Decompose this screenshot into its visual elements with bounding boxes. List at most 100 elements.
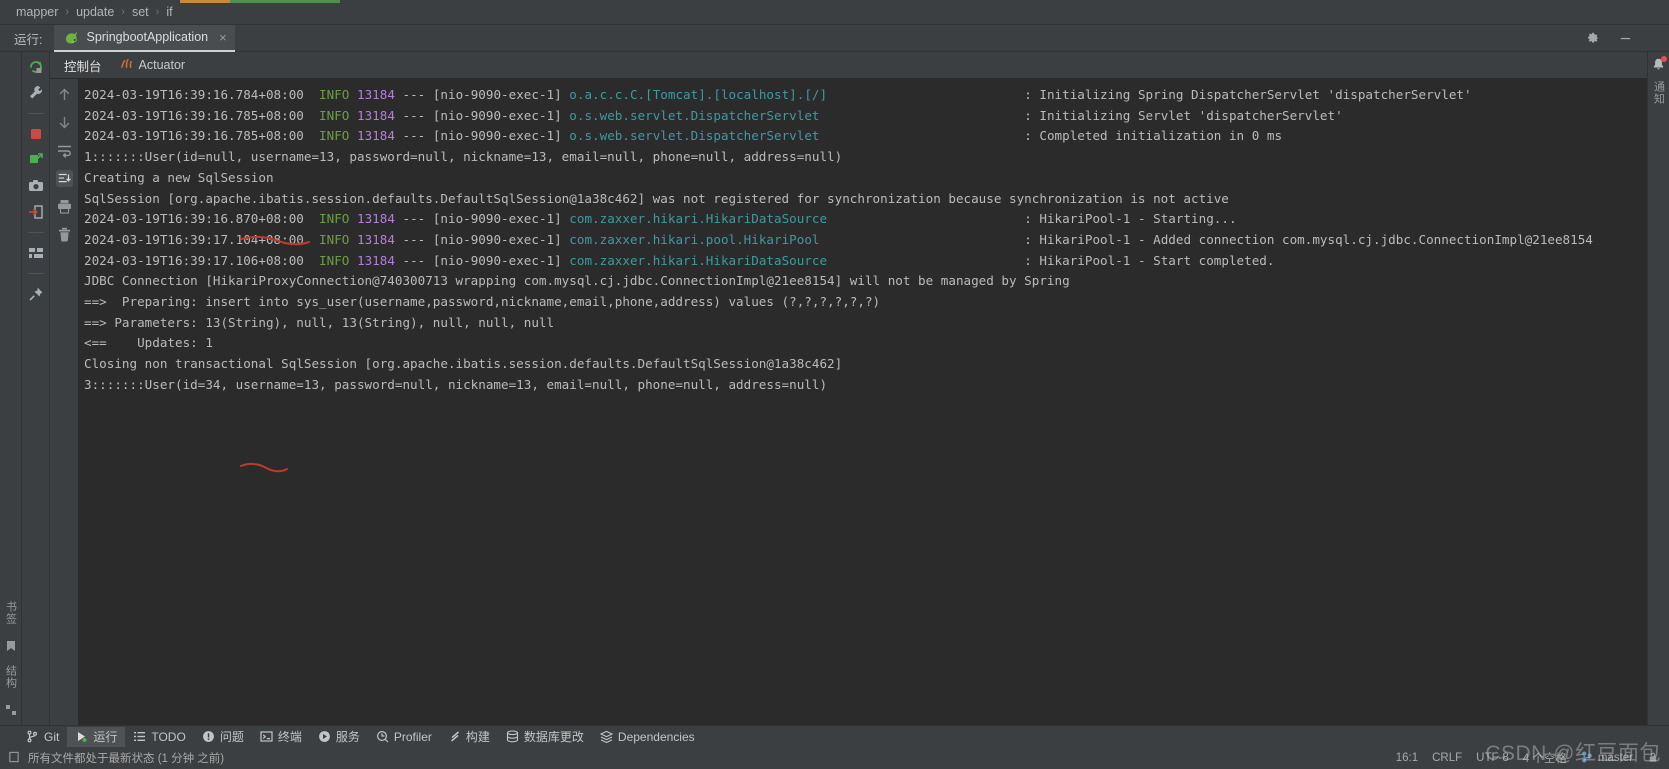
build-hammer-icon	[448, 730, 461, 743]
stop-icon[interactable]	[27, 125, 45, 143]
console-log-line: ==> Preparing: insert into sys_user(user…	[84, 294, 881, 310]
export-icon[interactable]	[27, 203, 45, 221]
run-header-actions	[1585, 31, 1633, 46]
breadcrumb-item-3[interactable]: if	[166, 5, 172, 19]
console-log-line: Closing non transactional SqlSession [or…	[84, 356, 843, 372]
console-column: 控制台 Actuator 2024-03-19T16:39:16.784+08:…	[50, 52, 1647, 725]
dependencies-icon	[599, 730, 614, 744]
gear-icon[interactable]	[1585, 31, 1600, 46]
close-icon[interactable]: ×	[219, 31, 227, 44]
bottom-tool-label: 问题	[219, 730, 244, 744]
caret-position[interactable]: 16:1	[1396, 752, 1418, 764]
breadcrumb-item-1[interactable]: update	[76, 5, 114, 19]
terminal-icon	[260, 730, 273, 743]
tab-console-label: 控制台	[64, 59, 102, 74]
ide-window: mapper › update › set › if 运行: Springboo…	[0, 0, 1669, 769]
console-tab-bar: 控制台 Actuator	[50, 52, 1647, 79]
soft-wrap-icon[interactable]	[56, 142, 73, 159]
run-label: 运行:	[14, 32, 43, 47]
breadcrumb: mapper › update › set › if	[0, 0, 1669, 25]
bottom-tool-services[interactable]: 服务	[310, 727, 368, 747]
bottom-tool-run-play[interactable]: 运行	[67, 726, 126, 747]
bottom-tool-label: Dependencies	[617, 729, 695, 744]
tab-actuator-label: Actuator	[138, 58, 186, 72]
git-branch-icon	[1581, 751, 1593, 766]
status-bar: 所有文件都处于最新状态 (1 分钟 之前) 16:1 CRLF UTF-8 4 …	[0, 747, 1669, 769]
breadcrumb-item-0[interactable]: mapper	[16, 5, 58, 19]
settings-wrench-icon[interactable]	[27, 84, 45, 102]
branch-name: master	[1597, 752, 1633, 764]
console-log-line: 2024-03-19T16:39:16.784+08:00 INFO 13184…	[84, 87, 1472, 102]
bottom-tool-problems[interactable]: 问题	[194, 727, 252, 747]
bottom-tool-label: 运行	[93, 730, 118, 744]
left-tool-strip: 书签 结构	[0, 52, 22, 725]
vcs-branch[interactable]: master	[1581, 751, 1633, 766]
red-underline-id-34	[240, 462, 288, 473]
rerun-icon[interactable]	[27, 58, 45, 76]
bottom-tool-bar: Git 运行 TODO 问题 终端 服务 Profiler 构建 数据库更改 Dependenci…	[0, 725, 1669, 747]
bottom-tool-git-branch[interactable]: Git	[18, 727, 67, 747]
top-edge-strip	[0, 0, 1669, 3]
debug-attach-icon[interactable]	[27, 151, 45, 169]
lock-icon[interactable]	[1647, 751, 1659, 766]
bottom-tool-label: TODO	[151, 729, 186, 744]
unread-badge	[1661, 56, 1667, 62]
console-log-line: Creating a new SqlSession	[84, 169, 274, 185]
notifications-bell-icon[interactable]	[1651, 56, 1667, 72]
console-log-line: 2024-03-19T16:39:16.870+08:00 INFO 13184…	[84, 211, 1237, 227]
actuator-icon	[120, 57, 133, 73]
bookmark-icon	[5, 639, 17, 651]
console-log-line: SqlSession [org.apache.ibatis.session.de…	[84, 190, 1229, 206]
sidebar-item-structure[interactable]: 结构	[3, 665, 19, 689]
console-log-line: ==> Parameters: 13(String), null, 13(Str…	[84, 314, 555, 330]
minimize-icon[interactable]	[1618, 31, 1633, 46]
spring-boot-icon	[64, 30, 79, 45]
bottom-tool-database-changes[interactable]: 数据库更改	[498, 727, 592, 747]
sidebar-item-bookmarks[interactable]: 书签	[3, 601, 19, 625]
console-log-line: 2024-03-19T16:39:16.785+08:00 INFO 13184…	[84, 128, 1283, 144]
trash-icon[interactable]	[56, 226, 73, 243]
run-configuration-tab[interactable]: SpringbootApplication ×	[54, 24, 235, 52]
notifications-label[interactable]: 通知	[1651, 81, 1667, 105]
layout-icon[interactable]	[27, 244, 45, 262]
bottom-tool-label: 数据库更改	[523, 730, 584, 744]
bottom-tool-terminal[interactable]: 终端	[252, 727, 310, 747]
console-side-actions	[50, 79, 78, 725]
line-separator[interactable]: CRLF	[1432, 752, 1462, 764]
tab-console[interactable]: 控制台	[64, 56, 102, 75]
pin-icon[interactable]	[27, 285, 45, 303]
tab-actuator[interactable]: Actuator	[120, 57, 186, 73]
right-tool-strip: 通知	[1647, 52, 1669, 725]
console-log-line: JDBC Connection [HikariProxyConnection@7…	[84, 273, 1070, 289]
status-message: 所有文件都处于最新状态 (1 分钟 之前)	[28, 753, 225, 765]
console-log-output[interactable]: 2024-03-19T16:39:16.784+08:00 INFO 13184…	[78, 79, 1647, 725]
main-body: 书签 结构 控制台 Actuator 2024-03-19T16:39:16.7…	[0, 52, 1669, 725]
run-play-icon	[75, 730, 88, 743]
encoding[interactable]: UTF-8	[1476, 752, 1509, 764]
scroll-to-end-icon[interactable]	[55, 170, 73, 187]
breadcrumb-separator: ›	[121, 6, 125, 18]
services-icon	[318, 730, 331, 743]
console-log-line: <== Updates: 1	[84, 335, 213, 351]
database-changes-icon	[506, 730, 519, 743]
console-body: 2024-03-19T16:39:16.784+08:00 INFO 13184…	[50, 79, 1647, 725]
arrow-down-icon[interactable]	[56, 114, 73, 131]
bottom-tool-profiler[interactable]: Profiler	[368, 727, 440, 747]
print-icon[interactable]	[56, 198, 73, 215]
todo-list-icon	[133, 730, 146, 743]
breadcrumb-item-2[interactable]: set	[132, 5, 149, 19]
bottom-tool-dependencies[interactable]: Dependencies	[592, 727, 703, 747]
breadcrumb-separator: ›	[65, 6, 70, 18]
console-log-line: 2024-03-19T16:39:17.106+08:00 INFO 13184…	[84, 252, 1275, 268]
bottom-tool-label: Git	[44, 729, 60, 744]
run-actions-gutter	[22, 52, 50, 725]
bottom-tool-label: 构建	[465, 730, 490, 744]
file-status-icon	[8, 751, 20, 766]
bottom-tool-todo-list[interactable]: TODO	[125, 727, 193, 747]
bottom-tool-build-hammer[interactable]: 构建	[440, 727, 498, 747]
arrow-up-icon[interactable]	[56, 86, 73, 103]
console-log-line: 3:::::::User(id=34, username=13, passwor…	[84, 376, 828, 392]
run-tab-title: SpringbootApplication	[86, 30, 209, 44]
camera-icon[interactable]	[27, 177, 45, 195]
indent-setting[interactable]: 4 个空格	[1523, 750, 1567, 766]
